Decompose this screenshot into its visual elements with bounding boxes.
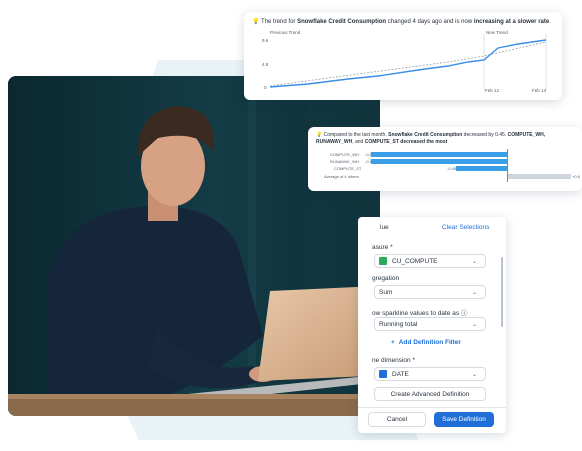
insight-middle: changed 4 days ago and is now bbox=[386, 19, 474, 25]
time-dimension-value: DATE bbox=[392, 370, 409, 378]
scrollbar[interactable] bbox=[501, 257, 503, 327]
chevron-down-icon: ⌄ bbox=[471, 290, 477, 296]
aggregation-value: Sum bbox=[379, 288, 393, 296]
chevron-down-icon: ⌄ bbox=[471, 259, 477, 265]
actual-line bbox=[269, 39, 547, 88]
row-value-compute-st: -0.45 bbox=[447, 166, 457, 171]
trend-insight-text: 💡 The trend for Snowflake Credit Consump… bbox=[252, 18, 551, 25]
lightbulb-icon: 💡 bbox=[252, 19, 260, 25]
zero-axis bbox=[507, 149, 508, 182]
measure-label: asure * bbox=[372, 244, 393, 251]
compare-text: 💡 Compared to the last month, Snowflake … bbox=[316, 132, 578, 145]
trend-card: 💡 The trend for Snowflake Credit Consump… bbox=[244, 12, 562, 100]
add-definition-filter-button[interactable]: + Add Definition Filter bbox=[391, 339, 461, 346]
aggregation-label: gregation bbox=[372, 275, 400, 282]
row-label-compute-wh: COMPUTE_WH bbox=[330, 152, 359, 157]
insight-bold: increasing at a slower rate bbox=[473, 19, 550, 25]
panel-header-label: lue bbox=[380, 224, 389, 231]
chevron-down-icon: ⌄ bbox=[471, 322, 477, 328]
add-filter-label: Add Definition Filter bbox=[398, 339, 461, 346]
measure-value: CU_COMPUTE bbox=[392, 257, 438, 265]
previous-trend-line bbox=[269, 41, 547, 87]
panel-divider bbox=[358, 407, 506, 408]
clear-selections-link[interactable]: Clear Selections bbox=[442, 224, 489, 231]
bar-average bbox=[507, 174, 571, 179]
calendar-icon bbox=[379, 370, 387, 378]
y-tick-bottom: 0 bbox=[264, 85, 267, 90]
plus-icon: + bbox=[391, 339, 395, 346]
row-label-average: Average of 4 others bbox=[324, 174, 359, 179]
measure-select[interactable]: CU_COMPUTE ⌄ bbox=[374, 254, 486, 268]
row-label-compute-st: COMPUTE_ST bbox=[334, 166, 362, 171]
bar-compute-st bbox=[456, 166, 507, 171]
time-dimension-select[interactable]: DATE ⌄ bbox=[374, 367, 486, 381]
bar-runaway-wh bbox=[371, 159, 507, 164]
x-tick-feb12: Feb 12 bbox=[485, 88, 500, 93]
aggregation-select[interactable]: Sum ⌄ bbox=[374, 285, 486, 299]
grid-icon bbox=[379, 257, 387, 265]
compare-end: decreased the most bbox=[398, 138, 448, 145]
compare-card: 💡 Compared to the last month, Snowflake … bbox=[308, 127, 582, 191]
x-tick-feb13: Feb 13 bbox=[532, 88, 547, 93]
lightbulb-icon: 💡 bbox=[316, 132, 323, 138]
compare-mid: decreased by 0.45. bbox=[462, 132, 508, 138]
create-advanced-definition-button[interactable]: Create Advanced Definition bbox=[374, 387, 486, 401]
save-definition-button[interactable]: Save Definition bbox=[434, 412, 494, 427]
cancel-button[interactable]: Cancel bbox=[368, 412, 426, 427]
row-value-average: +0.6 bbox=[572, 174, 580, 179]
insight-prefix: The trend for bbox=[261, 19, 298, 25]
sparkline-label: ow sparkline values to date as ⓘ bbox=[372, 310, 468, 317]
trend-chart bbox=[269, 34, 547, 90]
sparkline-select[interactable]: Running total ⌄ bbox=[374, 317, 486, 331]
definition-panel: lue Clear Selections asure * CU_COMPUTE … bbox=[358, 217, 506, 433]
chevron-down-icon: ⌄ bbox=[471, 372, 477, 378]
sparkline-value: Running total bbox=[379, 320, 418, 328]
insight-metric: Snowflake Credit Consumption bbox=[297, 19, 387, 25]
row-label-runaway-wh: RUNAWAY_WH bbox=[330, 159, 359, 164]
insight-end: . bbox=[549, 19, 551, 25]
compare-and: , and bbox=[352, 138, 365, 145]
compare-metric: Snowflake Credit Consumption bbox=[388, 132, 463, 138]
compare-last: COMPUTE_ST bbox=[364, 138, 399, 145]
time-dimension-label: ne dimension * bbox=[372, 357, 415, 364]
bar-compute-wh bbox=[371, 152, 507, 157]
compare-prefix: Compared to the last month, bbox=[323, 132, 389, 138]
